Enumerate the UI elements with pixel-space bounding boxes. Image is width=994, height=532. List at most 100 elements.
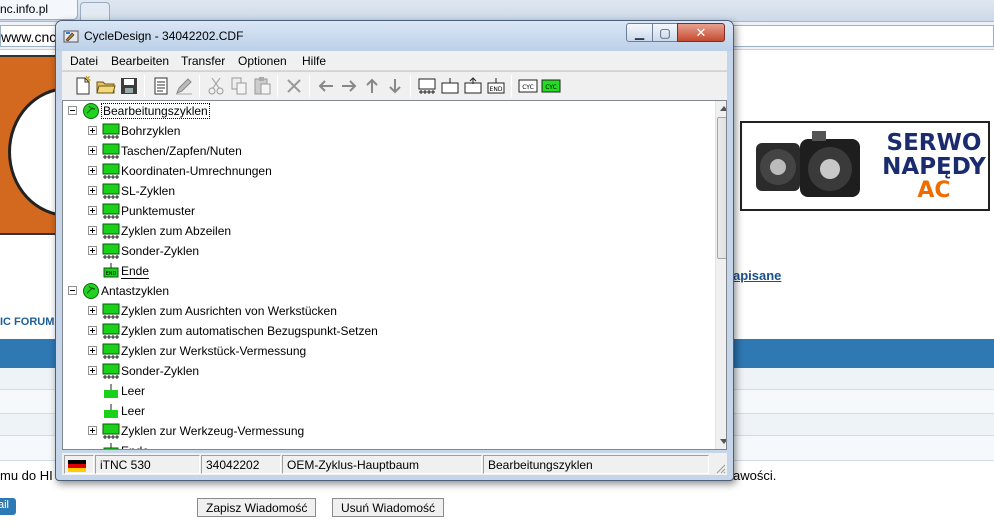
- expand-icon[interactable]: [88, 366, 97, 375]
- cyc-icon[interactable]: CYC: [517, 75, 539, 97]
- expand-icon[interactable]: [88, 206, 97, 215]
- save-message-button[interactable]: Zapisz Wiadomość: [197, 498, 317, 517]
- tree-item[interactable]: Bohrzyklen: [63, 121, 703, 141]
- arrow-down-icon[interactable]: [384, 75, 406, 97]
- tree-item[interactable]: Zyklen zum automatischen Bezugspunkt-Set…: [63, 321, 703, 341]
- browser-tab-bar: nc.info.pl: [0, 0, 994, 22]
- tree-item-label: Zyklen zur Werkstück-Vermessung: [121, 344, 307, 358]
- cut-icon[interactable]: [205, 75, 227, 97]
- cycledesign-window: CycleDesign - 34042202.CDF ▁ ▢ ✕ Datei B…: [55, 20, 734, 481]
- tree-item[interactable]: Taschen/Zapfen/Nuten: [63, 141, 703, 161]
- site-logo[interactable]: [0, 55, 60, 235]
- mail-button[interactable]: ail: [0, 498, 16, 515]
- expand-icon[interactable]: [88, 246, 97, 255]
- copy-icon[interactable]: [228, 75, 250, 97]
- paste-icon[interactable]: [251, 75, 273, 97]
- collapse-icon[interactable]: [68, 286, 77, 295]
- browser-tab[interactable]: nc.info.pl: [0, 0, 78, 20]
- tree-item[interactable]: Zyklen zur Werkzeug-Vermessung: [63, 421, 703, 441]
- cycle-group-icon: [102, 123, 120, 139]
- menu-datei[interactable]: Datei: [70, 54, 98, 68]
- arrow-up-icon[interactable]: [361, 75, 383, 97]
- expand-icon[interactable]: [88, 166, 97, 175]
- close-button[interactable]: ✕: [677, 23, 725, 42]
- tree-item-label: Zyklen zum automatischen Bezugspunkt-Set…: [121, 324, 378, 338]
- vertical-scrollbar[interactable]: [715, 101, 726, 449]
- arrow-right-icon[interactable]: [338, 75, 360, 97]
- cycle-group-icon: [102, 343, 120, 359]
- expand-icon[interactable]: [88, 346, 97, 355]
- menu-bearbeiten[interactable]: Bearbeiten: [111, 54, 169, 68]
- expand-icon[interactable]: [88, 306, 97, 315]
- menu-transfer[interactable]: Transfer: [181, 54, 225, 68]
- insert-above-icon[interactable]: [462, 75, 484, 97]
- cycle-block-icon[interactable]: [416, 75, 438, 97]
- expand-icon[interactable]: [88, 426, 97, 435]
- tree-item[interactable]: Zyklen zum Abzeilen: [63, 221, 703, 241]
- scroll-up-button[interactable]: [716, 101, 726, 117]
- status-tree-name: OEM-Zyklus-Hauptbaum: [282, 455, 482, 474]
- save-disk-icon[interactable]: [118, 75, 140, 97]
- menu-hilfe[interactable]: Hilfe: [302, 54, 326, 68]
- svg-text:END: END: [490, 86, 503, 93]
- tree-item[interactable]: Sonder-Zyklen: [63, 361, 703, 381]
- window-title: CycleDesign - 34042202.CDF: [84, 29, 244, 43]
- minimize-button[interactable]: ▁: [626, 23, 653, 42]
- expand-icon[interactable]: [88, 146, 97, 155]
- cycle-tree-view[interactable]: Bearbeitungszyklen Bohrzyklen Taschen/Zapf…: [62, 100, 727, 450]
- document-list-icon[interactable]: [150, 75, 172, 97]
- zapisane-link[interactable]: apisane: [733, 268, 781, 283]
- tree-item-label: Zyklen zum Abzeilen: [121, 224, 232, 238]
- tree-item[interactable]: Punktemuster: [63, 201, 703, 221]
- expand-icon[interactable]: [88, 126, 97, 135]
- resize-grip-icon[interactable]: [714, 462, 726, 474]
- menu-optionen[interactable]: Optionen: [238, 54, 287, 68]
- cycle-group-icon: [102, 303, 120, 319]
- expand-icon[interactable]: [88, 226, 97, 235]
- tree-item[interactable]: Leer: [63, 381, 703, 401]
- open-folder-icon[interactable]: [95, 75, 117, 97]
- status-control: iTNC 530: [95, 455, 200, 474]
- tree-category[interactable]: Antastzyklen: [63, 281, 703, 301]
- delete-message-button[interactable]: Usuń Wiadomość: [332, 498, 445, 517]
- cycle-group-icon: [102, 423, 120, 439]
- tree-item[interactable]: Sonder-Zyklen: [63, 241, 703, 261]
- expand-icon[interactable]: [88, 326, 97, 335]
- forum-label[interactable]: IC FORUM: [0, 316, 54, 328]
- toolbar-separator: [277, 75, 278, 97]
- tree-item[interactable]: SL-Zyklen: [63, 181, 703, 201]
- tree-item[interactable]: ENDEnde: [63, 441, 703, 449]
- tree-item[interactable]: ENDEnde: [63, 261, 703, 281]
- globe-icon: [83, 103, 99, 119]
- delete-x-icon[interactable]: [283, 75, 305, 97]
- collapse-icon[interactable]: [68, 106, 77, 115]
- arrow-left-icon[interactable]: [315, 75, 337, 97]
- tree-item-label: Zyklen zum Ausrichten von Werkstücken: [121, 304, 337, 318]
- scroll-down-icon: [720, 439, 726, 444]
- cycle-group-icon: [102, 163, 120, 179]
- window-title-bar[interactable]: CycleDesign - 34042202.CDF ▁ ▢ ✕: [56, 21, 733, 51]
- expand-icon[interactable]: [88, 186, 97, 195]
- edit-pen-icon[interactable]: [173, 75, 195, 97]
- tree-item[interactable]: Leer: [63, 401, 703, 421]
- tree-item-label: Ende: [121, 264, 150, 279]
- tree-item[interactable]: Zyklen zum Ausrichten von Werkstücken: [63, 301, 703, 321]
- scroll-down-button[interactable]: [716, 433, 726, 449]
- scroll-thumb[interactable]: [717, 117, 726, 259]
- end-marker-icon[interactable]: END: [485, 75, 507, 97]
- maximize-button[interactable]: ▢: [652, 23, 678, 42]
- tree-item-label: SL-Zyklen: [121, 184, 176, 198]
- svg-text:CYC: CYC: [545, 84, 557, 91]
- cyc-green-icon[interactable]: CYC: [540, 75, 562, 97]
- new-file-icon[interactable]: [72, 75, 94, 97]
- browser-new-tab[interactable]: [80, 2, 110, 20]
- tree-category[interactable]: Bearbeitungszyklen: [63, 101, 703, 121]
- servo-ad-banner[interactable]: SERWO NAPĘDY AC: [740, 121, 990, 211]
- insert-cycle-icon[interactable]: [439, 75, 461, 97]
- tree-item[interactable]: Zyklen zur Werkstück-Vermessung: [63, 341, 703, 361]
- tree-item[interactable]: Koordinaten-Umrechnungen: [63, 161, 703, 181]
- tree-item-label: Taschen/Zapfen/Nuten: [121, 144, 242, 158]
- end-icon: END: [103, 263, 119, 278]
- cycle-group-icon: [102, 363, 120, 379]
- menu-bar: Datei Bearbeiten Transfer Optionen Hilfe: [62, 51, 727, 71]
